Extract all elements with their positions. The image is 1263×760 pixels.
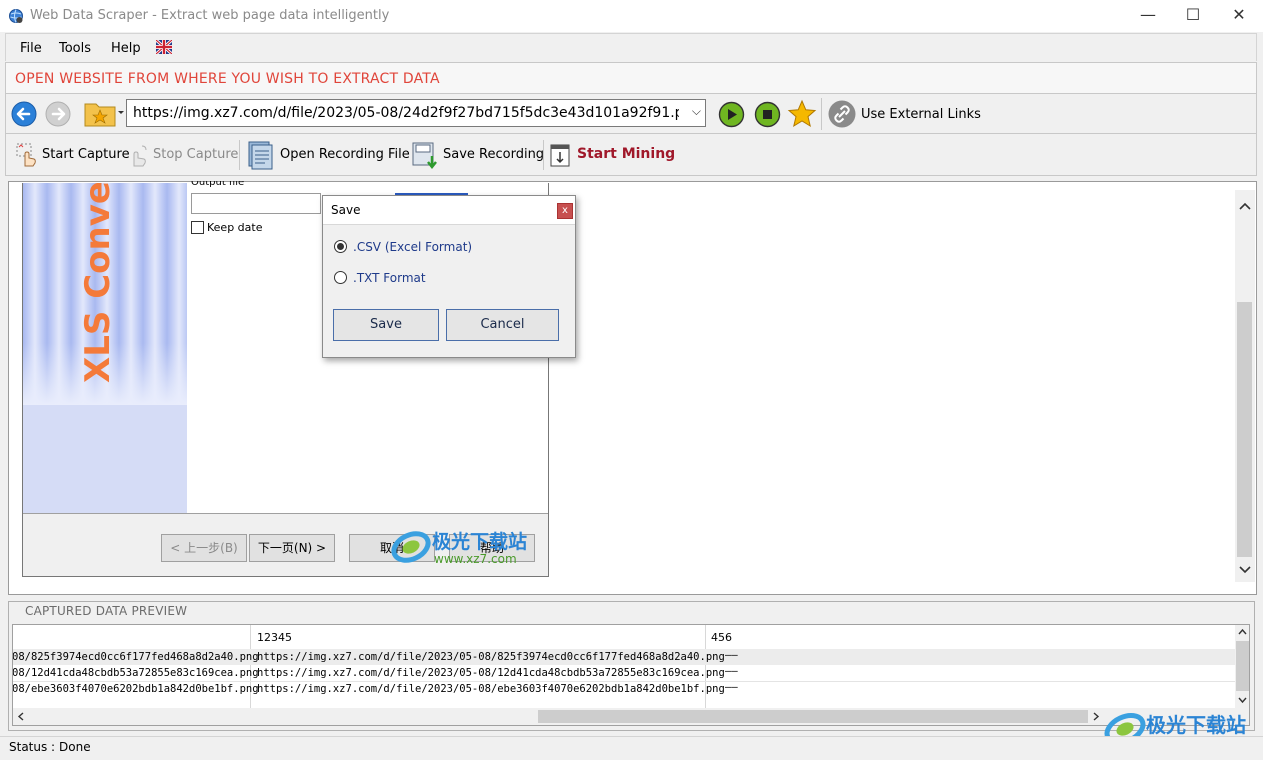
keep-date-checkbox: [191, 221, 204, 234]
instruction-banner: OPEN WEBSITE FROM WHERE YOU WISH TO EXTR…: [5, 62, 1257, 94]
chevron-down-icon[interactable]: ⌵: [692, 104, 701, 119]
grid-cell: 08/825f3974ecd0cc6f177fed468a8d2a40.png: [12, 651, 259, 663]
radio-selected-dot: [337, 243, 344, 250]
use-external-links-label[interactable]: Use External Links: [861, 107, 981, 122]
start-mining-label[interactable]: Start Mining: [577, 146, 675, 162]
stop-capture-hand-icon[interactable]: [128, 142, 152, 168]
menu-tools[interactable]: Tools: [59, 41, 91, 56]
save-recording-icon[interactable]: [410, 140, 440, 172]
installer-next-button: 下一页(N) >: [249, 534, 335, 562]
url-input[interactable]: [131, 104, 681, 122]
grid-cell: ——: [725, 681, 738, 693]
grid-header-cell: 456: [711, 631, 732, 644]
output-file-field: [191, 193, 321, 214]
scroll-down-icon[interactable]: [1237, 563, 1253, 577]
grid-scroll-down-icon[interactable]: [1236, 695, 1249, 705]
nav-separator: [821, 98, 822, 130]
keep-date-label: Keep date: [207, 221, 263, 234]
preview-title: CAPTURED DATA PREVIEW: [25, 604, 188, 618]
maximize-button[interactable]: ☐: [1170, 0, 1216, 32]
txt-radio[interactable]: [334, 271, 347, 284]
app-globe-icon: [9, 9, 23, 23]
open-recording-file-label[interactable]: Open Recording File: [280, 147, 410, 162]
dialog-cancel-button[interactable]: Cancel: [446, 309, 559, 341]
dialog-save-button[interactable]: Save: [333, 309, 439, 341]
status-value: Done: [59, 740, 91, 754]
output-file-label: Output file: [191, 181, 245, 187]
play-icon[interactable]: [718, 101, 745, 128]
grid-cell: https://img.xz7.com/d/file/2023/05-08/eb…: [257, 683, 725, 695]
grid-cell: 08/12d41cda48cbdb53a72855e83c169cea.png: [12, 667, 259, 679]
watermark-logo-icon: [391, 531, 431, 563]
grid-cell: 08/ebe3603f4070e6202bdb1a842d0be1bf.png: [12, 683, 259, 695]
open-recording-file-icon[interactable]: [245, 139, 277, 171]
dialog-close-button[interactable]: x: [557, 203, 573, 219]
grid-cell: ——: [725, 649, 738, 661]
toolbar-separator-2: [543, 140, 544, 170]
grid-cell: ——: [725, 665, 738, 677]
title-bar: Web Data Scraper - Extract web page data…: [0, 0, 1263, 32]
link-icon[interactable]: [827, 99, 857, 129]
window-title: Web Data Scraper - Extract web page data…: [30, 8, 390, 23]
start-capture-hand-icon[interactable]: [15, 142, 39, 168]
scroll-left-icon[interactable]: [15, 710, 27, 723]
close-button[interactable]: ✕: [1216, 0, 1262, 32]
uk-flag-icon[interactable]: [156, 40, 172, 54]
save-dialog: Save x .CSV (Excel Format) .TXT Format S…: [322, 195, 576, 358]
vertical-scroll-thumb[interactable]: [1237, 302, 1252, 557]
grid-cell: https://img.xz7.com/d/file/2023/05-08/12…: [257, 667, 725, 679]
forward-arrow-icon[interactable]: [45, 101, 71, 127]
menu-help[interactable]: Help: [111, 41, 141, 56]
stop-icon[interactable]: [754, 101, 781, 128]
grid-row-line: [13, 681, 1235, 682]
horizontal-scroll-thumb[interactable]: [538, 710, 1088, 723]
watermark-brand-2: 极光下载站: [1146, 713, 1246, 737]
installer-banner-image: XLS Conve: [23, 183, 187, 513]
grid-scroll-up-icon[interactable]: [1236, 627, 1249, 637]
url-combobox[interactable]: ⌵: [126, 99, 706, 127]
xls-banner-text: XLS Conve: [78, 183, 118, 383]
toolbar-separator: [239, 140, 240, 170]
dialog-title-bar: Save x: [323, 196, 575, 225]
instruction-text: OPEN WEBSITE FROM WHERE YOU WISH TO EXTR…: [15, 71, 440, 87]
grid-header-cell: 12345: [257, 631, 292, 644]
start-mining-icon[interactable]: [549, 142, 573, 168]
watermark-brand: 极光下载站: [432, 531, 528, 553]
installer-back-button: < 上一步(B): [161, 534, 247, 562]
dialog-title: Save: [331, 203, 361, 217]
watermark-site: www.xz7.com: [434, 552, 517, 566]
minimize-button[interactable]: —: [1125, 0, 1171, 32]
status-label: Status :: [9, 740, 56, 754]
favorites-folder-icon[interactable]: [83, 98, 125, 128]
txt-option-label[interactable]: .TXT Format: [353, 271, 426, 285]
menu-file[interactable]: File: [20, 41, 42, 56]
scroll-right-icon[interactable]: [1090, 710, 1102, 723]
scroll-up-icon[interactable]: [1237, 199, 1253, 213]
save-recording-label[interactable]: Save Recording: [443, 147, 544, 162]
grid-cell: https://img.xz7.com/d/file/2023/05-08/82…: [257, 651, 725, 663]
csv-option-label[interactable]: .CSV (Excel Format): [353, 240, 472, 254]
stop-capture-label[interactable]: Stop Capture: [153, 147, 238, 162]
back-arrow-icon[interactable]: [11, 101, 37, 127]
start-capture-label[interactable]: Start Capture: [42, 147, 130, 162]
menu-bar: File Tools Help: [5, 33, 1257, 61]
grid-vertical-thumb[interactable]: [1236, 641, 1249, 691]
status-bar: Status : Done: [0, 736, 1263, 760]
star-bookmark-icon[interactable]: [787, 99, 817, 129]
csv-radio[interactable]: [334, 240, 347, 253]
